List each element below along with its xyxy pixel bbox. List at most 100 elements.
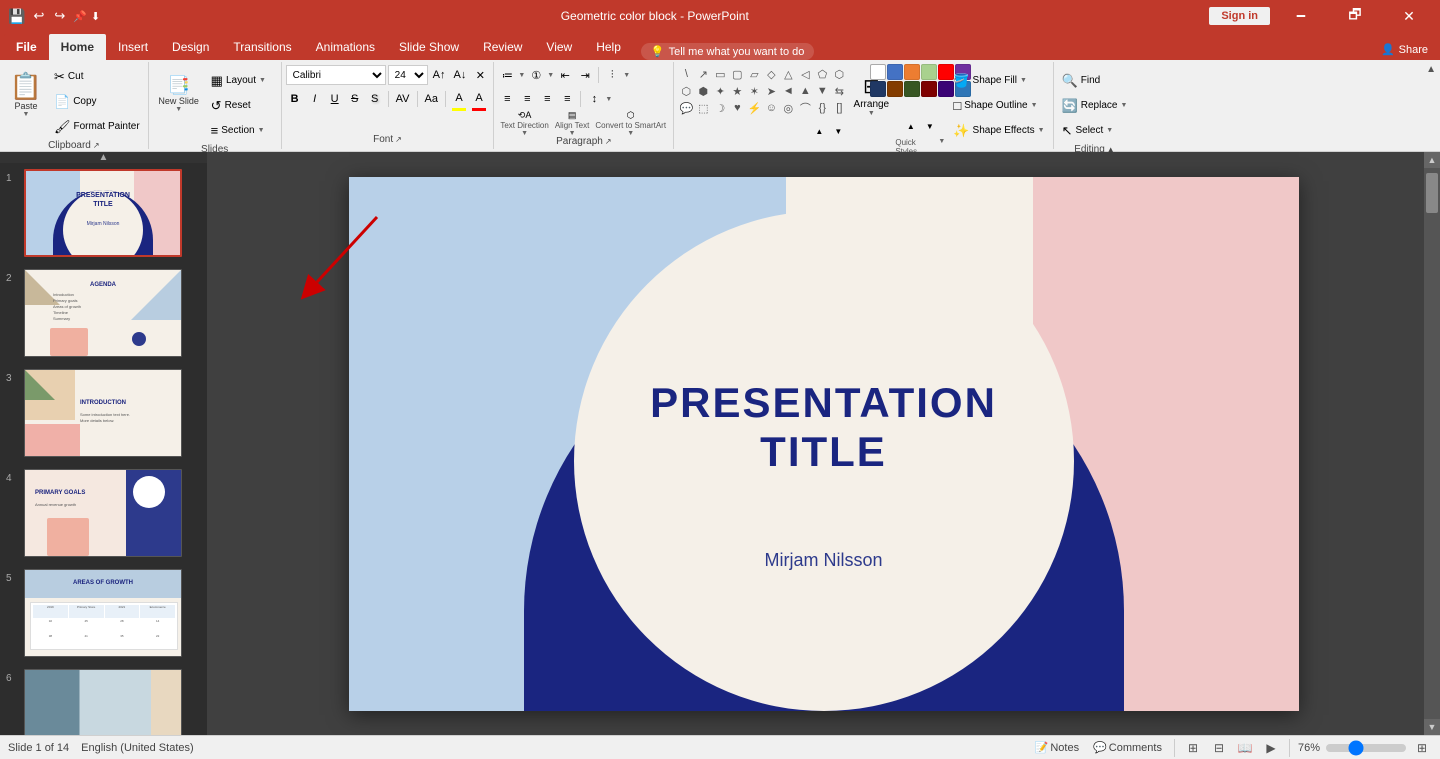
qs-swatch-7[interactable]: [870, 81, 886, 97]
tab-review[interactable]: Review: [471, 34, 534, 60]
increase-font-button[interactable]: A↑: [430, 65, 449, 85]
bold-button[interactable]: B: [286, 89, 304, 109]
slide-sorter-button[interactable]: ⊟: [1209, 740, 1229, 756]
font-size-select[interactable]: 24: [388, 65, 428, 85]
shape-arrow-d[interactable]: ▼: [814, 83, 830, 99]
comments-button[interactable]: 💬 Comments: [1089, 740, 1166, 755]
shape-triangle[interactable]: △: [780, 66, 796, 82]
font-name-select[interactable]: Calibri: [286, 65, 386, 85]
qs-swatch-8[interactable]: [887, 81, 903, 97]
shape-octagon[interactable]: ⬢: [695, 83, 711, 99]
slide-thumb-1[interactable]: 1 PRESENTATIONTITLE Mirjam Nilsson: [0, 163, 207, 263]
tab-file[interactable]: File: [4, 34, 49, 60]
shape-arc[interactable]: ⌒: [797, 100, 813, 116]
slide-thumb-2[interactable]: 2 AGENDA IntroductionPrimary goalsAreas …: [0, 263, 207, 363]
custom-toolbar-icon[interactable]: ⬇: [91, 10, 100, 23]
qs-swatch-10[interactable]: [921, 81, 937, 97]
shape-hexagon[interactable]: ⬡: [831, 66, 847, 82]
shape-arrow-l[interactable]: ◄: [780, 83, 796, 99]
tab-design[interactable]: Design: [160, 34, 221, 60]
shapes-scroll-down[interactable]: ▼: [829, 121, 847, 141]
font-expand-icon[interactable]: ↗: [395, 135, 402, 144]
tab-help[interactable]: Help: [584, 34, 633, 60]
italic-button[interactable]: I: [306, 89, 324, 109]
numbering-button[interactable]: ①: [527, 65, 545, 85]
underline-button[interactable]: U: [326, 89, 344, 109]
minimize-button[interactable]: 🗕: [1278, 2, 1324, 30]
canvas-scroll-up-button[interactable]: ▲: [1424, 152, 1440, 168]
change-case-button[interactable]: Aa: [422, 89, 441, 109]
restore-button[interactable]: 🗗: [1332, 2, 1378, 30]
shape-star4[interactable]: ✦: [712, 83, 728, 99]
shape-star6[interactable]: ✶: [746, 83, 762, 99]
justify-button[interactable]: ≡: [558, 89, 576, 109]
slide-thumb-5[interactable]: 5 AREAS OF GROWTH 2019 Primary Store 202…: [0, 563, 207, 663]
notes-button[interactable]: 📝 Notes: [1031, 740, 1083, 755]
clipboard-expand-icon[interactable]: ↗: [93, 141, 100, 150]
signin-button[interactable]: Sign in: [1209, 7, 1270, 25]
tab-insert[interactable]: Insert: [106, 34, 160, 60]
redo-button[interactable]: ↪: [50, 6, 69, 26]
fit-slide-button[interactable]: ⊞: [1412, 740, 1432, 756]
shape-star5[interactable]: ★: [729, 83, 745, 99]
bullets-button[interactable]: ≔: [498, 65, 516, 85]
panel-scroll-up-button[interactable]: ▲: [0, 152, 207, 163]
new-slide-button[interactable]: 📑 New Slide ▼: [153, 64, 205, 124]
tab-view[interactable]: View: [534, 34, 584, 60]
shape-arrow-r[interactable]: ➤: [763, 83, 779, 99]
paste-button[interactable]: 📋 Paste ▼: [4, 64, 48, 126]
align-center-button[interactable]: ≡: [518, 89, 536, 109]
slideshow-button[interactable]: ▶: [1261, 740, 1281, 756]
indent-dec-button[interactable]: ⇤: [556, 65, 574, 85]
align-right-button[interactable]: ≡: [538, 89, 556, 109]
shape-2arrow[interactable]: ⇆: [831, 83, 847, 99]
qs-up-button[interactable]: ▲: [902, 116, 920, 136]
tab-transitions[interactable]: Transitions: [221, 34, 303, 60]
shape-lightning[interactable]: ⚡: [746, 100, 762, 116]
save-icon[interactable]: 💾: [8, 8, 25, 25]
highlight-button[interactable]: A: [450, 88, 468, 108]
font-color-button[interactable]: A: [470, 88, 488, 108]
slide-thumb-3[interactable]: 3 INTRODUCTION Some introduction text he…: [0, 363, 207, 463]
zoom-slider[interactable]: [1326, 744, 1406, 752]
copy-button[interactable]: 📄 Copy: [50, 89, 144, 113]
qs-swatch-1[interactable]: [870, 64, 886, 80]
layout-button[interactable]: ▦ Layout ▼: [207, 68, 277, 92]
undo-button[interactable]: ↩: [29, 6, 48, 26]
close-button[interactable]: ✕: [1386, 2, 1432, 30]
tab-animations[interactable]: Animations: [304, 34, 387, 60]
shape-fill-button[interactable]: 🪣 Shape Fill ▼: [949, 68, 1048, 92]
shape-effects-button[interactable]: ✨ Shape Effects ▼: [949, 118, 1048, 142]
paragraph-expand-icon[interactable]: ↗: [605, 137, 612, 146]
qs-swatch-9[interactable]: [904, 81, 920, 97]
qs-swatch-2[interactable]: [887, 64, 903, 80]
shape-diamond[interactable]: ◇: [763, 66, 779, 82]
tell-me-input[interactable]: 💡 Tell me what you want to do: [641, 43, 814, 60]
slide-subtitle[interactable]: Mirjam Nilsson: [764, 550, 882, 571]
qs-swatch-4[interactable]: [921, 64, 937, 80]
select-button[interactable]: ↖ Select ▼: [1058, 118, 1132, 142]
shape-process[interactable]: ⬚: [695, 100, 711, 116]
indent-inc-button[interactable]: ⇥: [576, 65, 594, 85]
strikethrough-button[interactable]: S: [346, 89, 364, 109]
tab-home[interactable]: Home: [49, 34, 106, 60]
canvas-scroll-down-button[interactable]: ▼: [1424, 719, 1440, 735]
cut-button[interactable]: ✂ Cut: [50, 64, 144, 88]
align-left-button[interactable]: ≡: [498, 89, 516, 109]
reading-view-button[interactable]: 📖: [1235, 740, 1255, 756]
shadow-button[interactable]: S: [366, 89, 384, 109]
section-button[interactable]: ≡ Section ▼: [207, 118, 277, 142]
reset-button[interactable]: ↺ Reset: [207, 93, 277, 117]
shape-bracket[interactable]: []: [831, 100, 847, 116]
shape-callout[interactable]: 💬: [678, 100, 694, 116]
find-button[interactable]: 🔍 Find: [1058, 68, 1132, 92]
format-painter-button[interactable]: 🖌 Format Painter: [50, 114, 144, 138]
line-spacing-button[interactable]: ↕: [585, 89, 603, 109]
char-spacing-button[interactable]: AV: [393, 89, 413, 109]
qs-swatch-3[interactable]: [904, 64, 920, 80]
cols-button[interactable]: ⫶: [603, 65, 621, 85]
shape-pentagon[interactable]: ⬠: [814, 66, 830, 82]
shape-rtriangle[interactable]: ◁: [797, 66, 813, 82]
shape-line[interactable]: \: [678, 66, 694, 82]
normal-view-button[interactable]: ⊞: [1183, 740, 1203, 756]
